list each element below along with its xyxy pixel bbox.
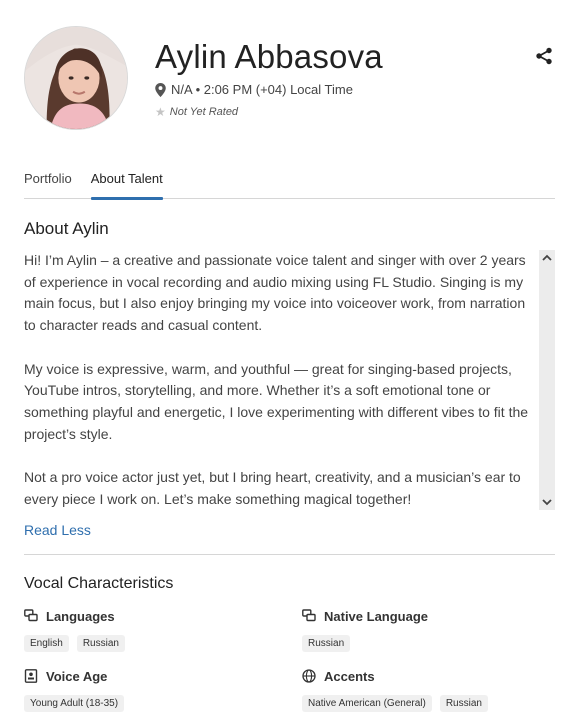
chat-bubbles-icon [302, 609, 316, 622]
share-icon[interactable] [535, 47, 553, 65]
avatar [24, 26, 128, 130]
accents-group: Accents Native American (General) Russia… [302, 667, 488, 712]
globe-icon [302, 669, 316, 683]
avatar-photo [25, 27, 127, 129]
native-language-chip: Russian [302, 635, 351, 652]
rating-text: Not Yet Rated [169, 106, 239, 118]
voice-age-label: Voice Age [46, 668, 108, 684]
rating: ★ Not Yet Rated [155, 105, 238, 119]
bio-paragraph: Not a pro voice actor just yet, but I br… [24, 469, 521, 507]
divider [24, 554, 555, 555]
location-pin-icon [155, 82, 166, 97]
tab-about-talent[interactable]: About Talent [90, 165, 163, 200]
bio-paragraph: My voice is expressive, warm, and youthf… [24, 360, 529, 442]
bio-scroll-area[interactable]: Hi! I’m Aylin – a creative and passionat… [24, 250, 555, 510]
vocal-characteristics-title: Vocal Characteristics [24, 575, 174, 592]
language-chip: Russian [76, 635, 125, 652]
accent-chip: Russian [439, 695, 488, 712]
chevron-down-icon[interactable] [541, 496, 553, 508]
chat-bubbles-icon [24, 609, 38, 622]
languages-label: Languages [46, 608, 115, 624]
location-time-text: N/A • 2:06 PM (+04) Local Time [171, 82, 353, 97]
voice-age-chip: Young Adult (18-35) [24, 695, 125, 712]
location-time: N/A • 2:06 PM (+04) Local Time [155, 82, 353, 97]
talent-name: Aylin Abbasova [155, 38, 383, 75]
native-language-label: Native Language [324, 608, 429, 624]
about-title: About Aylin [24, 219, 109, 238]
voice-age-group: Voice Age Young Adult (18-35) [24, 667, 125, 712]
bio-paragraph: Hi! I’m Aylin – a creative and passionat… [24, 252, 526, 334]
chevron-up-icon[interactable] [541, 252, 553, 264]
star-icon: ★ [155, 105, 166, 119]
accents-label: Accents [324, 668, 375, 684]
tab-portfolio[interactable]: Portfolio [24, 165, 72, 199]
read-less-link[interactable]: Read Less [24, 522, 91, 538]
native-language-group: Native Language Russian [302, 607, 428, 652]
language-chip: English [24, 635, 69, 652]
bio-scrollbar[interactable] [539, 250, 555, 510]
profile-tabs: Portfolio About Talent [24, 165, 555, 200]
profile-header: Aylin Abbasova N/A • 2:06 PM (+04) Local… [0, 0, 579, 150]
id-card-icon [24, 669, 38, 683]
bio-text: Hi! I’m Aylin – a creative and passionat… [24, 250, 539, 510]
accent-chip: Native American (General) [302, 695, 432, 712]
languages-group: Languages English Russian [24, 607, 125, 652]
